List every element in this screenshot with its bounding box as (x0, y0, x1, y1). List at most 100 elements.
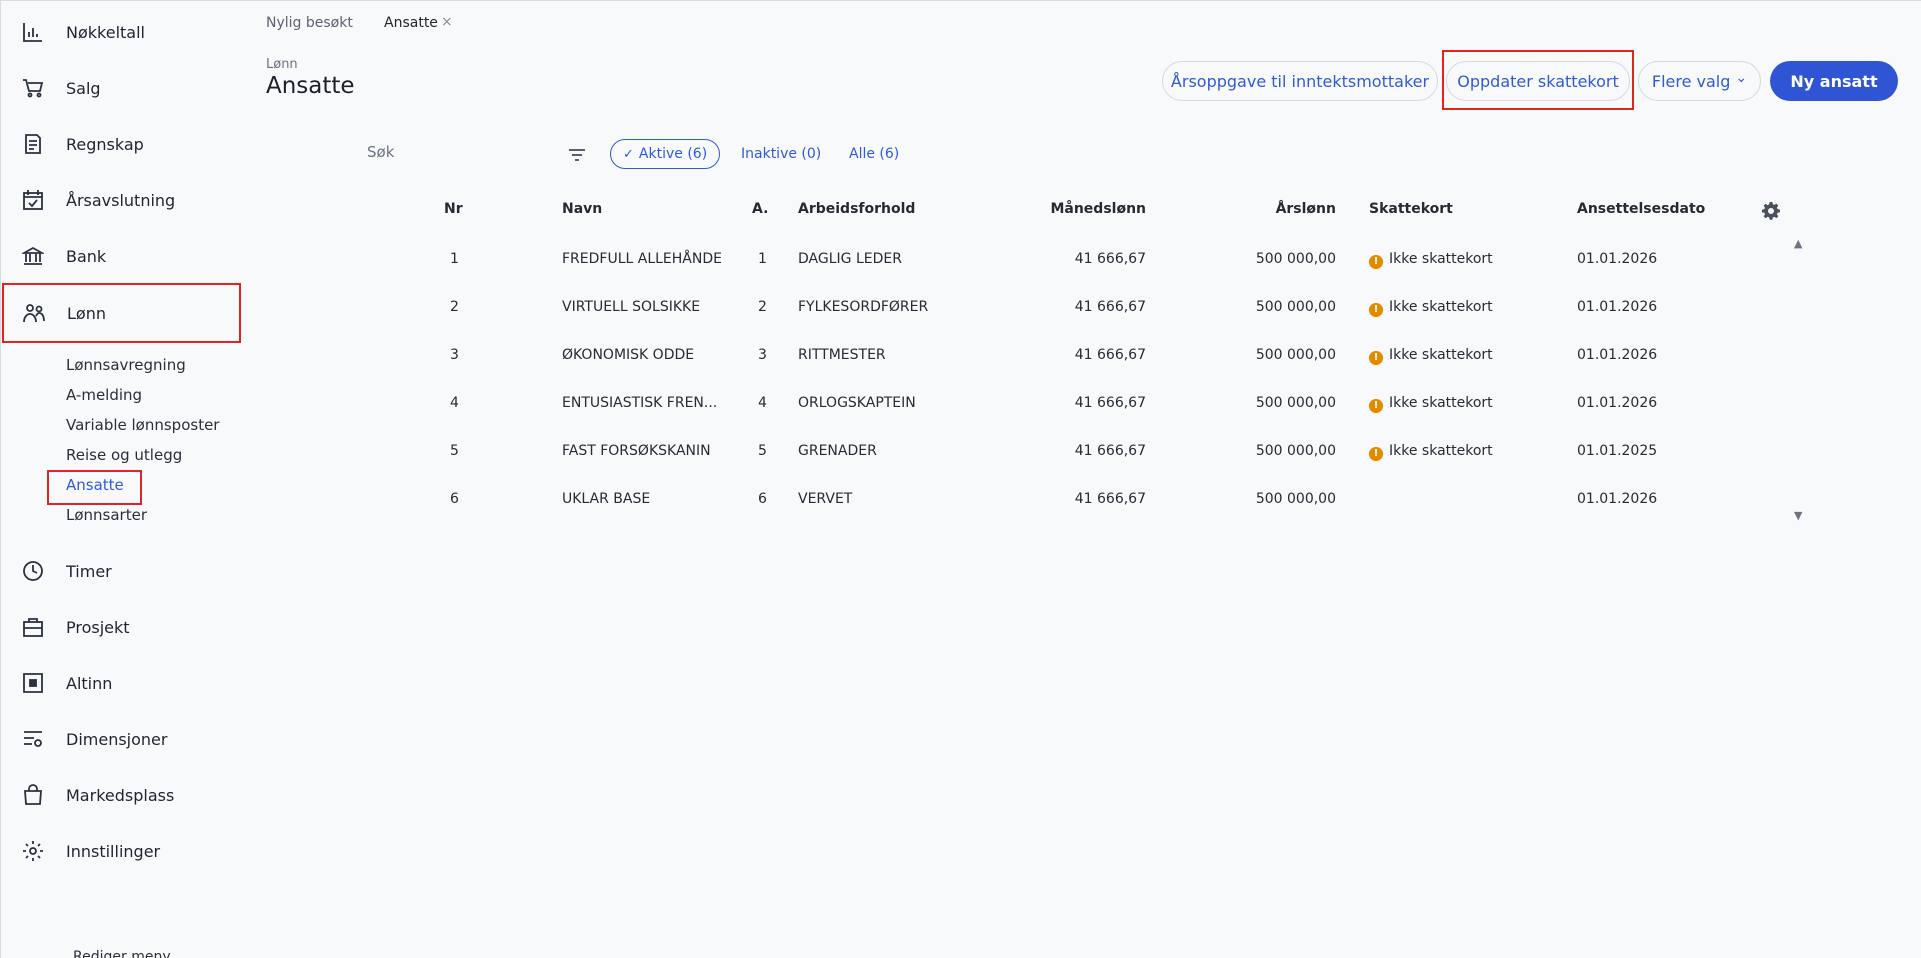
sidebar-item-label: Innstillinger (66, 841, 161, 861)
search-input[interactable] (367, 143, 547, 161)
cart-icon (21, 76, 45, 100)
sidebar-subitem-variable-lonnsposter[interactable]: Variable lønnsposter (66, 416, 219, 434)
warning-icon: ! (1369, 399, 1383, 413)
cell-taxcard: ! Ikke skattekort (1369, 347, 1493, 365)
ledger-icon (21, 132, 45, 156)
cell-employment: GRENADER (798, 443, 877, 459)
sidebar-item-label: Lønn (67, 303, 106, 323)
cell-nr: 5 (450, 443, 459, 459)
cell-employment: ORLOGSKAPTEIN (798, 395, 916, 411)
taxcard-status: Ikke skattekort (1389, 443, 1493, 459)
sidebar-item-timer[interactable]: Timer (1, 543, 241, 599)
column-header-yearly[interactable]: Årslønn (1181, 201, 1336, 217)
cell-taxcard: ! Ikke skattekort (1369, 299, 1493, 317)
scroll-up-icon[interactable]: ▲ (1794, 237, 1802, 250)
check-icon: ✓ (623, 146, 634, 162)
edit-menu-link[interactable]: Rediger meny (73, 949, 171, 958)
cell-yearly: 500 000,00 (1255, 443, 1336, 459)
sidebar-item-lonn[interactable]: Lønn (2, 283, 241, 343)
cell-name: VIRTUELL SOLSIKKE (562, 299, 701, 315)
column-header-a[interactable]: A. (752, 201, 768, 217)
sidebar-item-altinn[interactable]: Altinn (1, 655, 241, 711)
sidebar-subitem-reise-og-utlegg[interactable]: Reise og utlegg (66, 446, 182, 464)
sidebar-item-dimensjoner[interactable]: Dimensjoner (1, 711, 241, 767)
sidebar-subitem-lonnsarter[interactable]: Lønnsarter (66, 506, 147, 524)
cell-monthly: 41 666,67 (1074, 251, 1146, 267)
cell-a: 4 (758, 395, 767, 411)
gear-icon[interactable] (1761, 201, 1781, 221)
cell-monthly: 41 666,67 (1074, 347, 1146, 363)
sidebar-item-label: Timer (66, 561, 112, 581)
scroll-down-icon[interactable]: ▼ (1794, 509, 1802, 522)
cell-date: 01.01.2026 (1577, 395, 1658, 411)
sidebar-subitem-ansatte[interactable]: Ansatte (66, 476, 124, 494)
sidebar-item-regnskap[interactable]: Regnskap (1, 116, 241, 172)
filter-icon[interactable] (566, 144, 588, 166)
gear-icon (21, 839, 45, 863)
cell-taxcard: ! Ikke skattekort (1369, 251, 1493, 269)
sidebar-item-label: Salg (66, 78, 101, 98)
sidebar-item-label: Altinn (66, 673, 113, 693)
filter-active-chip[interactable]: ✓ Aktive (6) (610, 139, 721, 169)
page-title: Ansatte (266, 73, 355, 99)
taxcard-status: Ikke skattekort (1389, 299, 1493, 315)
annual-statement-button[interactable]: Årsoppgave til inntektsmottaker (1162, 61, 1438, 101)
breadcrumb[interactable]: Lønn (266, 57, 298, 72)
taxcard-status: Ikke skattekort (1389, 395, 1493, 411)
warning-icon: ! (1369, 255, 1383, 269)
cell-date: 01.01.2025 (1577, 443, 1658, 459)
filter-active-label: Aktive (6) (638, 146, 708, 162)
sidebar-item-nokkeltall[interactable]: Nøkkeltall (1, 4, 241, 60)
more-options-button[interactable]: Flere valg ⌄ (1638, 61, 1761, 101)
cell-yearly: 500 000,00 (1255, 299, 1336, 315)
cell-employment: DAGLIG LEDER (798, 251, 902, 267)
sidebar-item-bank[interactable]: Bank (1, 228, 241, 284)
column-header-nr[interactable]: Nr (444, 201, 463, 217)
cell-employment: RITTMESTER (798, 347, 886, 363)
cell-taxcard: ! Ikke skattekort (1369, 443, 1493, 461)
cell-a: 2 (758, 299, 767, 315)
cell-date: 01.01.2026 (1577, 299, 1658, 315)
cell-yearly: 500 000,00 (1255, 395, 1336, 411)
people-icon (22, 301, 46, 325)
sidebar-item-salg[interactable]: Salg (1, 60, 241, 116)
sidebar-subitem-lonnsavregning[interactable]: Lønnsavregning (66, 356, 186, 374)
warning-icon: ! (1369, 351, 1383, 365)
column-header-employment[interactable]: Arbeidsforhold (798, 201, 915, 217)
bank-icon (21, 244, 45, 268)
column-header-monthly[interactable]: Månedslønn (1001, 201, 1146, 217)
filter-all-chip[interactable]: Alle (6) (849, 139, 899, 169)
tab-recent[interactable]: Nylig besøkt (266, 15, 353, 31)
cell-name: ØKONOMISK ODDE (562, 347, 695, 363)
new-employee-button[interactable]: Ny ansatt (1770, 61, 1898, 101)
tab-ansatte[interactable]: Ansatte (384, 15, 438, 31)
cell-date: 01.01.2026 (1577, 251, 1658, 267)
column-header-date[interactable]: Ansettelsesdato (1577, 201, 1705, 217)
sidebar-subitem-a-melding[interactable]: A-melding (66, 386, 142, 404)
sidebar-item-label: Regnskap (66, 134, 144, 154)
cell-monthly: 41 666,67 (1074, 491, 1146, 507)
cell-nr: 3 (450, 347, 459, 363)
briefcase-icon (21, 615, 45, 639)
warning-icon: ! (1369, 303, 1383, 317)
app-window: Nøkkeltall Salg Regnskap Årsavslutning B… (0, 0, 1921, 958)
sidebar-item-label: Dimensjoner (66, 729, 168, 749)
filter-inactive-chip[interactable]: Inaktive (0) (741, 139, 821, 169)
cell-employment: FYLKESORDFØRER (798, 299, 929, 315)
cell-date: 01.01.2026 (1577, 347, 1658, 363)
sidebar-item-label: Bank (66, 246, 107, 266)
sidebar-item-markedsplass[interactable]: Markedsplass (1, 767, 241, 823)
update-tax-card-button[interactable]: Oppdater skattekort (1446, 61, 1630, 101)
cell-yearly: 500 000,00 (1255, 251, 1336, 267)
cell-a: 6 (758, 491, 767, 507)
cell-name: FREDFULL ALLEHÅNDE (562, 251, 722, 267)
chart-bar-icon (21, 20, 45, 44)
column-header-taxcard[interactable]: Skattekort (1369, 201, 1453, 217)
column-header-name[interactable]: Navn (562, 201, 602, 217)
cell-monthly: 41 666,67 (1074, 299, 1146, 315)
close-icon[interactable]: × (441, 14, 453, 30)
dimensions-icon (21, 727, 45, 751)
sidebar-item-prosjekt[interactable]: Prosjekt (1, 599, 241, 655)
sidebar-item-innstillinger[interactable]: Innstillinger (1, 823, 241, 879)
sidebar-item-arsavslutning[interactable]: Årsavslutning (1, 172, 241, 228)
